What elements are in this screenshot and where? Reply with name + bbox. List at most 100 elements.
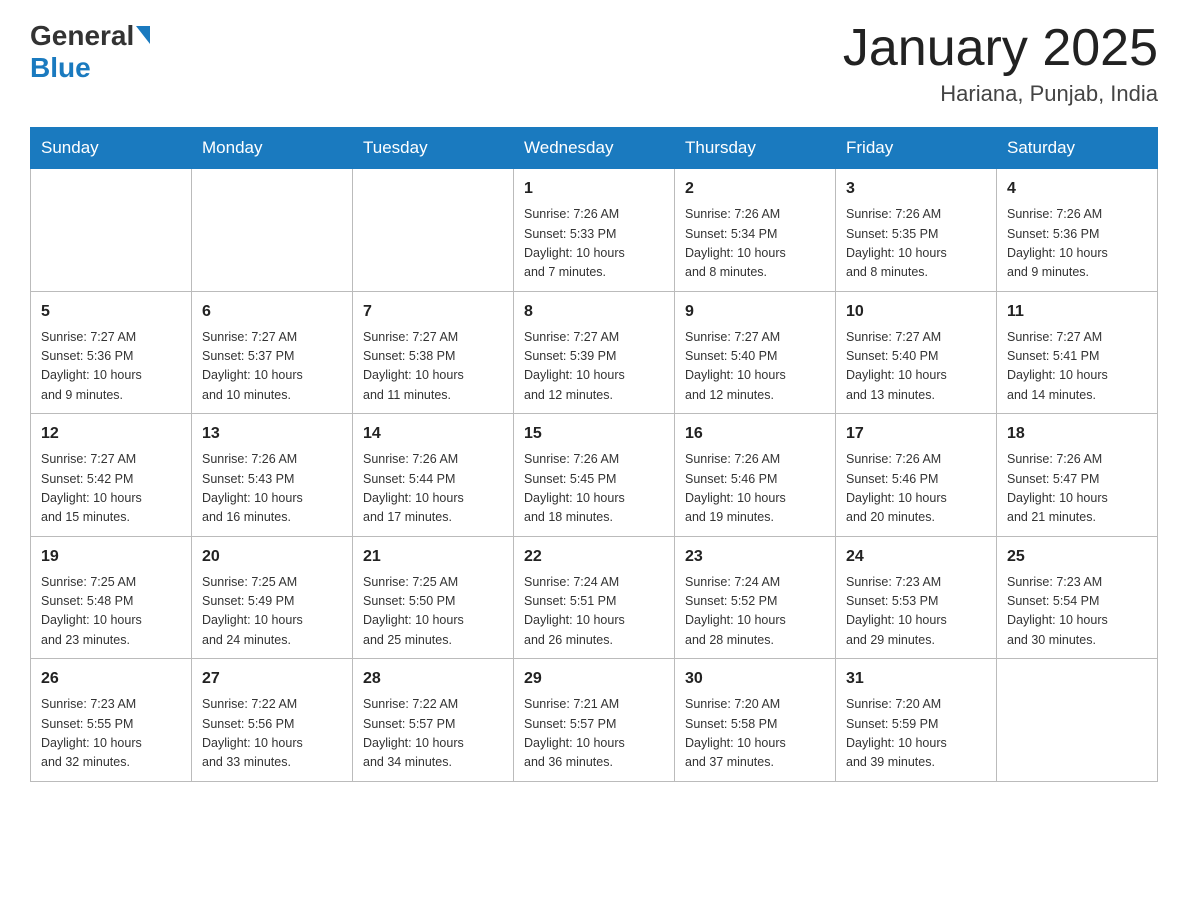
calendar-cell: 16Sunrise: 7:26 AMSunset: 5:46 PMDayligh…	[675, 414, 836, 537]
day-number: 28	[363, 667, 503, 691]
day-number: 27	[202, 667, 342, 691]
calendar-cell: 21 Sunrise: 7:25 AMSunset: 5:50 PMDayligh…	[353, 536, 514, 659]
logo-general-text: General	[30, 20, 134, 52]
calendar-cell: 7 Sunrise: 7:27 AMSunset: 5:38 PMDaylight…	[353, 291, 514, 414]
day-number: 21	[363, 545, 503, 569]
calendar-week-row: 5Sunrise: 7:27 AMSunset: 5:36 PMDaylight…	[31, 291, 1158, 414]
day-number: 11	[1007, 300, 1147, 324]
day-number: 31	[846, 667, 986, 691]
day-info: Sunrise: 7:25 AMSunset: 5:50 PMDaylight:…	[363, 573, 503, 651]
calendar-cell	[31, 169, 192, 292]
day-number: 18	[1007, 422, 1147, 446]
day-info: Sunrise: 7:27 AMSunset: 5:39 PMDaylight:…	[524, 328, 664, 406]
day-info: Sunrise: 7:23 AMSunset: 5:53 PMDaylight:…	[846, 573, 986, 651]
weekday-header-sunday: Sunday	[31, 128, 192, 169]
calendar-cell: 23 Sunrise: 7:24 AMSunset: 5:52 PMDayligh…	[675, 536, 836, 659]
day-info: Sunrise: 7:24 AMSunset: 5:51 PMDaylight:…	[524, 573, 664, 651]
day-number: 7	[363, 300, 503, 324]
day-info: Sunrise: 7:27 AMSunset: 5:40 PMDaylight:…	[685, 328, 825, 406]
calendar-cell: 2Sunrise: 7:26 AMSunset: 5:34 PMDaylight…	[675, 169, 836, 292]
calendar-week-row: 12Sunrise: 7:27 AMSunset: 5:42 PMDayligh…	[31, 414, 1158, 537]
weekday-header-thursday: Thursday	[675, 128, 836, 169]
logo-blue-part	[134, 28, 150, 44]
day-info: Sunrise: 7:23 AMSunset: 5:55 PMDaylight:…	[41, 695, 181, 773]
calendar-cell: 29 Sunrise: 7:21 AMSunset: 5:57 PMDayligh…	[514, 659, 675, 782]
day-number: 6	[202, 300, 342, 324]
calendar-cell: 27 Sunrise: 7:22 AMSunset: 5:56 PMDayligh…	[192, 659, 353, 782]
day-number: 26	[41, 667, 181, 691]
calendar-cell: 3 Sunrise: 7:26 AMSunset: 5:35 PMDaylight…	[836, 169, 997, 292]
weekday-header-saturday: Saturday	[997, 128, 1158, 169]
calendar-cell: 20 Sunrise: 7:25 AMSunset: 5:49 PMDayligh…	[192, 536, 353, 659]
day-number: 13	[202, 422, 342, 446]
day-info: Sunrise: 7:27 AMSunset: 5:41 PMDaylight:…	[1007, 328, 1147, 406]
day-info: Sunrise: 7:20 AMSunset: 5:58 PMDaylight:…	[685, 695, 825, 773]
day-number: 25	[1007, 545, 1147, 569]
calendar-cell: 6 Sunrise: 7:27 AMSunset: 5:37 PMDaylight…	[192, 291, 353, 414]
day-info: Sunrise: 7:21 AMSunset: 5:57 PMDaylight:…	[524, 695, 664, 773]
calendar-cell: 13 Sunrise: 7:26 AMSunset: 5:43 PMDayligh…	[192, 414, 353, 537]
day-info: Sunrise: 7:26 AMSunset: 5:47 PMDaylight:…	[1007, 450, 1147, 528]
page-header: General Blue January 2025 Hariana, Punja…	[30, 20, 1158, 107]
calendar-cell	[997, 659, 1158, 782]
day-number: 29	[524, 667, 664, 691]
day-info: Sunrise: 7:26 AMSunset: 5:36 PMDaylight:…	[1007, 205, 1147, 283]
day-info: Sunrise: 7:26 AMSunset: 5:46 PMDaylight:…	[846, 450, 986, 528]
calendar-cell	[353, 169, 514, 292]
day-number: 24	[846, 545, 986, 569]
calendar-week-row: 19Sunrise: 7:25 AMSunset: 5:48 PMDayligh…	[31, 536, 1158, 659]
calendar-cell: 19Sunrise: 7:25 AMSunset: 5:48 PMDayligh…	[31, 536, 192, 659]
logo: General Blue	[30, 20, 150, 84]
day-info: Sunrise: 7:26 AMSunset: 5:43 PMDaylight:…	[202, 450, 342, 528]
calendar-cell: 9 Sunrise: 7:27 AMSunset: 5:40 PMDaylight…	[675, 291, 836, 414]
day-number: 30	[685, 667, 825, 691]
day-info: Sunrise: 7:26 AMSunset: 5:35 PMDaylight:…	[846, 205, 986, 283]
day-number: 14	[363, 422, 503, 446]
calendar-cell: 12Sunrise: 7:27 AMSunset: 5:42 PMDayligh…	[31, 414, 192, 537]
weekday-header-tuesday: Tuesday	[353, 128, 514, 169]
calendar-cell: 25Sunrise: 7:23 AMSunset: 5:54 PMDayligh…	[997, 536, 1158, 659]
calendar-cell: 5Sunrise: 7:27 AMSunset: 5:36 PMDaylight…	[31, 291, 192, 414]
day-number: 20	[202, 545, 342, 569]
weekday-header-monday: Monday	[192, 128, 353, 169]
calendar-table: SundayMondayTuesdayWednesdayThursdayFrid…	[30, 127, 1158, 782]
calendar-cell: 4 Sunrise: 7:26 AMSunset: 5:36 PMDaylight…	[997, 169, 1158, 292]
logo-blue-text: Blue	[30, 52, 91, 84]
day-info: Sunrise: 7:22 AMSunset: 5:56 PMDaylight:…	[202, 695, 342, 773]
calendar-cell: 10 Sunrise: 7:27 AMSunset: 5:40 PMDayligh…	[836, 291, 997, 414]
calendar-cell: 1 Sunrise: 7:26 AMSunset: 5:33 PMDaylight…	[514, 169, 675, 292]
calendar-cell: 15Sunrise: 7:26 AMSunset: 5:45 PMDayligh…	[514, 414, 675, 537]
day-number: 15	[524, 422, 664, 446]
day-info: Sunrise: 7:27 AMSunset: 5:42 PMDaylight:…	[41, 450, 181, 528]
calendar-cell: 22Sunrise: 7:24 AMSunset: 5:51 PMDayligh…	[514, 536, 675, 659]
logo-arrow-icon	[136, 26, 150, 44]
day-number: 9	[685, 300, 825, 324]
day-info: Sunrise: 7:27 AMSunset: 5:37 PMDaylight:…	[202, 328, 342, 406]
weekday-header-wednesday: Wednesday	[514, 128, 675, 169]
calendar-cell	[192, 169, 353, 292]
calendar-cell: 24 Sunrise: 7:23 AMSunset: 5:53 PMDayligh…	[836, 536, 997, 659]
calendar-cell: 17Sunrise: 7:26 AMSunset: 5:46 PMDayligh…	[836, 414, 997, 537]
day-number: 3	[846, 177, 986, 201]
day-info: Sunrise: 7:27 AMSunset: 5:38 PMDaylight:…	[363, 328, 503, 406]
day-info: Sunrise: 7:27 AMSunset: 5:40 PMDaylight:…	[846, 328, 986, 406]
calendar-cell: 28Sunrise: 7:22 AMSunset: 5:57 PMDayligh…	[353, 659, 514, 782]
day-info: Sunrise: 7:26 AMSunset: 5:34 PMDaylight:…	[685, 205, 825, 283]
calendar-week-row: 26 Sunrise: 7:23 AMSunset: 5:55 PMDayligh…	[31, 659, 1158, 782]
day-info: Sunrise: 7:26 AMSunset: 5:33 PMDaylight:…	[524, 205, 664, 283]
day-info: Sunrise: 7:24 AMSunset: 5:52 PMDaylight:…	[685, 573, 825, 651]
day-info: Sunrise: 7:27 AMSunset: 5:36 PMDaylight:…	[41, 328, 181, 406]
day-number: 4	[1007, 177, 1147, 201]
day-info: Sunrise: 7:25 AMSunset: 5:49 PMDaylight:…	[202, 573, 342, 651]
day-number: 23	[685, 545, 825, 569]
day-info: Sunrise: 7:25 AMSunset: 5:48 PMDaylight:…	[41, 573, 181, 651]
day-number: 8	[524, 300, 664, 324]
day-info: Sunrise: 7:26 AMSunset: 5:46 PMDaylight:…	[685, 450, 825, 528]
day-number: 1	[524, 177, 664, 201]
calendar-cell: 18 Sunrise: 7:26 AMSunset: 5:47 PMDayligh…	[997, 414, 1158, 537]
day-number: 10	[846, 300, 986, 324]
weekday-header-row: SundayMondayTuesdayWednesdayThursdayFrid…	[31, 128, 1158, 169]
calendar-cell: 30 Sunrise: 7:20 AMSunset: 5:58 PMDayligh…	[675, 659, 836, 782]
calendar-cell: 11 Sunrise: 7:27 AMSunset: 5:41 PMDayligh…	[997, 291, 1158, 414]
month-title: January 2025	[843, 20, 1158, 77]
